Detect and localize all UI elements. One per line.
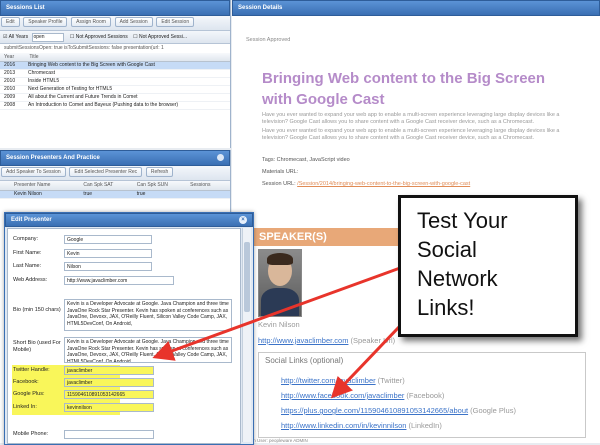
callout-box: Test Your Social Network Links! (398, 195, 578, 337)
callout-line-2: Social (417, 237, 477, 262)
callout-text: Test Your Social Network Links! (401, 198, 575, 322)
arrow-to-form (152, 266, 401, 361)
callout-line-1: Test Your (417, 208, 508, 233)
callout-line-3: Network (417, 266, 498, 291)
callout-line-4: Links! (417, 295, 475, 320)
